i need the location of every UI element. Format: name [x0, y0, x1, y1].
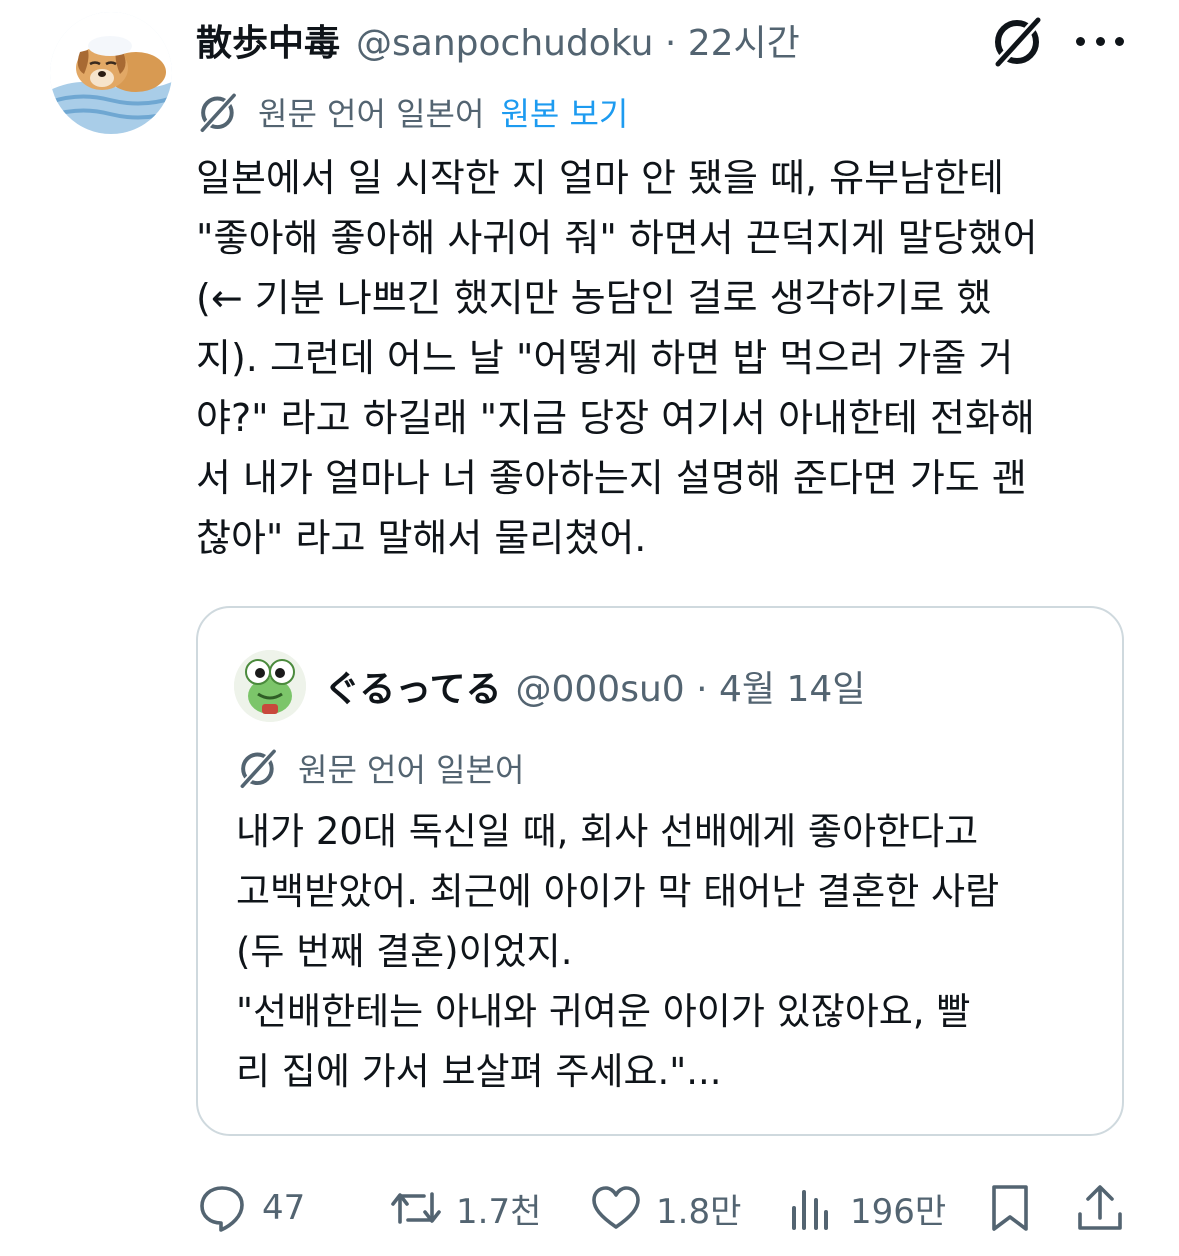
quoted-author-avatar[interactable]	[234, 650, 306, 722]
tweet-body-line: "좋아해 좋아해 사귀어 줘" 하면서 끈덕지게 말당했어	[196, 216, 1038, 260]
heart-icon	[592, 1186, 640, 1229]
author-avatar[interactable]	[50, 12, 172, 134]
quoted-tweet-card[interactable]: ぐるってる @000su0 · 4월 14일 원문 언어 일본어 내가 20대 …	[196, 606, 1124, 1136]
tweet-header: 散歩中毒 @sanpochudoku · 22시간	[196, 14, 800, 66]
tweet-body: 일본에서 일 시작한 지 얼마 안 됐을 때, 유부남한테 "좋아해 좋아해 사…	[196, 148, 1136, 568]
author-handle-time[interactable]: @sanpochudoku · 22시간	[356, 14, 800, 66]
quoted-tweet-body: 내가 20대 독신일 때, 회사 선배에게 좋아한다고 고백받았어. 최근에 아…	[236, 802, 1096, 1102]
view-original-link[interactable]: 원본 보기	[500, 89, 628, 135]
views-count: 196만	[850, 1191, 947, 1232]
quoted-body-line: (두 번째 결혼)이었지.	[236, 930, 573, 973]
translation-row: 원문 언어 일본어 원본 보기	[196, 86, 628, 138]
like-button[interactable]: 1.8만	[590, 1176, 741, 1240]
tweet-body-line: (← 기분 나쁘긴 했지만 농담인 걸로 생각하기로 했	[196, 276, 992, 320]
tweet-action-bar: 47 1.7천 1.8만 196만	[0, 1176, 1179, 1240]
quoted-body-line: 내가 20대 독신일 때, 회사 선배에게 좋아한다고	[236, 810, 979, 853]
quoted-author-name[interactable]: ぐるってる	[324, 660, 501, 712]
tweet-body-line: 서 내가 얼마나 너 좋아하는지 설명해 준다면 가도 괜	[196, 456, 1027, 500]
tweet-body-line: 찮아" 라고 말해서 물리쳤어.	[196, 516, 647, 560]
translate-icon	[238, 747, 279, 791]
quoted-body-line: 리 집에 가서 보살펴 주세요."...	[236, 1050, 722, 1093]
reply-icon	[200, 1186, 244, 1232]
quoted-body-line: 고백받았어. 최근에 아이가 막 태어난 결혼한 사람	[236, 870, 1000, 913]
analytics-icon	[792, 1190, 828, 1230]
quoted-body-line: "선배한테는 아내와 귀여운 아이가 있잖아요, 빨	[236, 990, 971, 1033]
grok-icon[interactable]	[990, 12, 1048, 70]
bookmark-icon	[992, 1185, 1028, 1231]
translation-label: 원문 언어 일본어	[258, 95, 485, 133]
repost-button[interactable]: 1.7천	[390, 1176, 541, 1240]
translate-icon	[198, 91, 239, 135]
share-button[interactable]	[1074, 1176, 1126, 1240]
repost-count: 1.7천	[456, 1191, 542, 1232]
author-name[interactable]: 散歩中毒	[196, 14, 340, 66]
like-count: 1.8만	[656, 1191, 742, 1232]
quoted-translation-row: 원문 언어 일본어	[236, 742, 524, 794]
quoted-author-handle-time[interactable]: @000su0 · 4월 14일	[515, 660, 865, 712]
views-button[interactable]: 196만	[784, 1176, 946, 1240]
repost-icon	[391, 1192, 441, 1224]
quoted-tweet-header: ぐるってる @000su0 · 4월 14일	[324, 658, 865, 714]
reply-button[interactable]: 47	[196, 1176, 305, 1240]
reply-count: 47	[262, 1188, 306, 1228]
tweet-body-line: 야?" 라고 하길래 "지금 당장 여기서 아내한테 전화해	[196, 396, 1035, 440]
quoted-translation-label: 원문 언어 일본어	[298, 751, 525, 789]
tweet-body-line: 일본에서 일 시작한 지 얼마 안 됐을 때, 유부남한테	[196, 156, 1004, 200]
share-icon	[1078, 1185, 1122, 1230]
more-icon[interactable]	[1076, 26, 1124, 56]
tweet-body-line: 지). 그런데 어느 날 "어떻게 하면 밥 먹으러 가줄 거	[196, 336, 1014, 380]
bookmark-button[interactable]	[984, 1176, 1036, 1240]
